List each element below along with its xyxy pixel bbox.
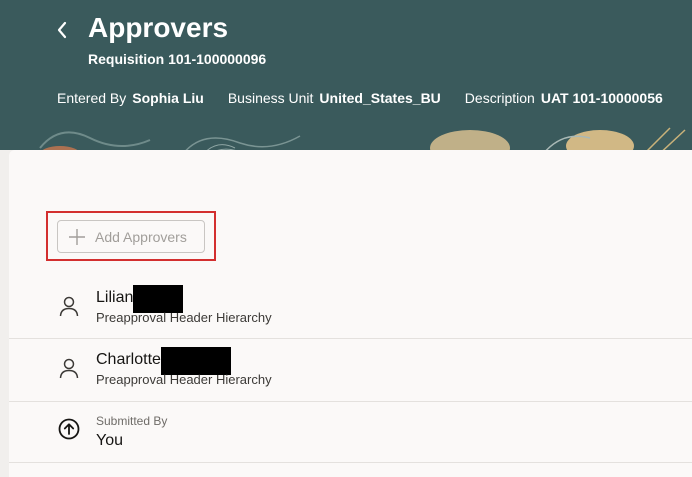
approver-role: Preapproval Header Hierarchy <box>96 310 272 325</box>
add-approvers-label: Add Approvers <box>95 228 187 245</box>
submitted-by-item: Submitted By You <box>9 402 692 463</box>
business-unit-label: Business Unit <box>227 90 314 106</box>
description-value: UAT 101-10000056 <box>540 90 663 106</box>
approvers-card: Add Approvers Lilian Preapproval Header … <box>9 150 692 477</box>
page-title: Approvers <box>88 12 229 43</box>
page-subtitle: Requisition 101-100000096 <box>88 51 267 67</box>
approver-list-item[interactable]: Lilian Preapproval Header Hierarchy <box>9 277 692 339</box>
approver-role: Preapproval Header Hierarchy <box>96 372 272 387</box>
person-icon <box>57 356 81 380</box>
back-button[interactable] <box>50 14 74 46</box>
submitted-by-label: Submitted By <box>96 414 168 428</box>
page: Approvers Requisition 101-100000096 Ente… <box>0 0 692 477</box>
entered-by-value: Sophia Liu <box>132 90 204 106</box>
header-meta-row: Entered By Sophia Liu Business Unit Unit… <box>57 88 663 108</box>
submitted-by-value: You <box>96 432 123 449</box>
page-header: Approvers Requisition 101-100000096 Ente… <box>0 0 692 150</box>
entered-by-label: Entered By <box>57 90 127 106</box>
arrow-up-circle-icon <box>57 417 81 441</box>
business-unit-value: United_States_BU <box>319 90 441 106</box>
add-approvers-button[interactable]: Add Approvers <box>57 220 205 253</box>
plus-icon <box>68 228 86 246</box>
redaction-block <box>133 285 184 313</box>
chevron-left-icon <box>57 21 67 39</box>
person-icon <box>57 294 81 318</box>
approver-list-item[interactable]: Charlotte Preapproval Header Hierarchy <box>9 339 692 402</box>
redaction-block <box>160 347 231 375</box>
decorative-header-art <box>0 118 692 150</box>
description-label: Description <box>464 90 535 106</box>
